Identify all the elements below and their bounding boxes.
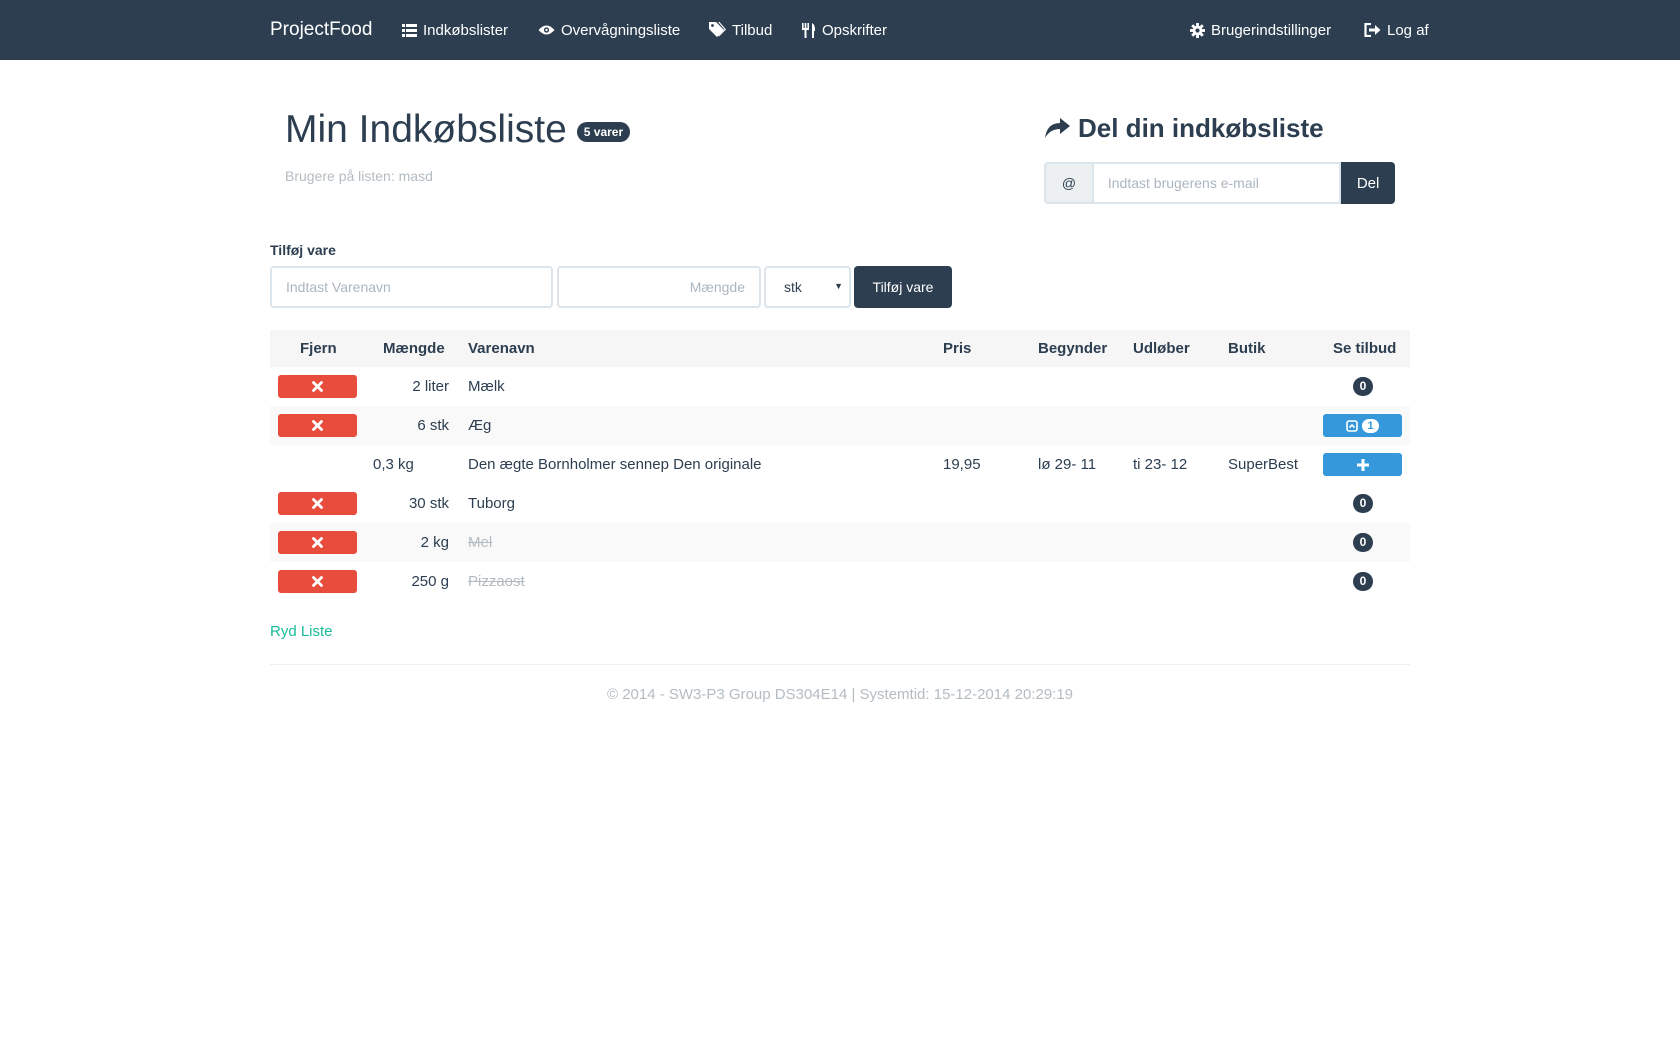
shopping-list-table: Fjern Mængde Varenavn Pris Begynder Udlø… xyxy=(270,330,1410,601)
share-title: Del din indkøbsliste xyxy=(1044,113,1324,144)
offer-count-badge[interactable]: 0 xyxy=(1353,494,1373,513)
cutlery-icon xyxy=(802,22,816,38)
caret-down-icon: ▼ xyxy=(834,281,843,291)
collapse-offers-button[interactable]: 1 xyxy=(1323,414,1402,437)
remove-item-button[interactable] xyxy=(278,531,357,554)
add-item-button[interactable]: Tilføj vare xyxy=(854,266,952,308)
eye-icon xyxy=(538,25,555,35)
offer-start: lø 29- 11 xyxy=(1038,456,1097,473)
add-item-label: Tilføj vare xyxy=(270,242,336,258)
header-start: Begynder xyxy=(1038,340,1108,357)
nav-label: Tilbud xyxy=(732,21,773,39)
remove-item-button[interactable] xyxy=(278,570,357,593)
offer-shop: SuperBest xyxy=(1228,456,1299,473)
table-row: 2 kg Mel 0 xyxy=(270,523,1410,562)
nav-label: Log af xyxy=(1387,21,1429,39)
share-form: @ Del xyxy=(1044,162,1395,204)
item-name: Pizzaost xyxy=(468,573,525,590)
item-quantity: 30 stk xyxy=(408,495,449,512)
nav-offers[interactable]: Tilbud xyxy=(709,0,772,60)
offer-quantity: 0,3 kg xyxy=(373,456,414,473)
nav-label: Indkøbslister xyxy=(423,21,509,39)
tags-icon xyxy=(709,22,726,37)
quantity-input[interactable] xyxy=(557,266,761,308)
header-remove: Fjern xyxy=(300,340,337,357)
table-row-offer: 0,3 kg Den ægte Bornholmer sennep Den or… xyxy=(270,445,1410,484)
email-addon: @ xyxy=(1044,162,1092,204)
header-name: Varenavn xyxy=(468,340,535,357)
offer-end: ti 23- 12 xyxy=(1133,456,1188,473)
remove-icon xyxy=(312,537,323,548)
header-price: Pris xyxy=(943,340,972,357)
table-row: 30 stk Tuborg 0 xyxy=(270,484,1410,523)
item-name: Tuborg xyxy=(468,495,515,512)
gear-icon xyxy=(1190,22,1205,38)
header-offers: Se tilbud xyxy=(1333,340,1397,357)
header-quantity: Mængde xyxy=(383,340,445,357)
header-end: Udløber xyxy=(1133,340,1190,357)
offer-name: Den ægte Bornholmer sennep Den originale xyxy=(468,456,762,473)
nav-label: Overvågningsliste xyxy=(561,21,681,39)
offer-price: 19,95 xyxy=(943,456,981,473)
remove-icon xyxy=(312,420,323,431)
item-quantity: 6 stk xyxy=(417,417,449,434)
share-button[interactable]: Del xyxy=(1341,162,1395,204)
add-offer-button[interactable] xyxy=(1323,453,1402,476)
remove-icon xyxy=(312,576,323,587)
plus-icon xyxy=(1356,458,1369,471)
table-row: 250 g Pizzaost 0 xyxy=(270,562,1410,601)
item-name: Mælk xyxy=(468,378,505,395)
collapse-up-icon xyxy=(1346,419,1359,432)
page-title-text: Min Indkøbsliste xyxy=(285,108,567,151)
table-header: Fjern Mængde Varenavn Pris Begynder Udlø… xyxy=(270,330,1410,367)
page-title: Min Indkøbsliste 5 varer xyxy=(285,108,631,152)
table-row: 6 stk Æg 1 xyxy=(270,406,1410,445)
brand-link[interactable]: ProjectFood xyxy=(270,0,372,60)
remove-item-button[interactable] xyxy=(278,414,357,437)
offer-count-badge[interactable]: 0 xyxy=(1353,377,1373,396)
table-row: 2 liter Mælk 0 xyxy=(270,367,1410,406)
nav-shopping-lists[interactable]: Indkøbslister xyxy=(402,0,508,60)
item-name-input[interactable] xyxy=(270,266,553,308)
footer-text: © 2014 - SW3-P3 Group DS304E14 | Systemt… xyxy=(606,686,1074,703)
unit-select-value: stk xyxy=(784,279,802,295)
share-email-input[interactable] xyxy=(1091,162,1342,204)
remove-icon xyxy=(312,498,323,509)
item-count-badge: 5 varer xyxy=(576,122,631,142)
nav-recipes[interactable]: Opskrifter xyxy=(802,0,887,60)
item-name: Mel xyxy=(468,534,493,551)
item-quantity: 2 kg xyxy=(420,534,449,551)
offer-count-badge: 1 xyxy=(1362,418,1379,433)
offer-count-badge[interactable]: 0 xyxy=(1353,533,1373,552)
remove-item-button[interactable] xyxy=(278,375,357,398)
nav-watchlist[interactable]: Overvågningsliste xyxy=(538,0,680,60)
header-shop: Butik xyxy=(1228,340,1266,357)
item-quantity: 250 g xyxy=(411,573,449,590)
offer-count-badge[interactable]: 0 xyxy=(1353,572,1373,591)
share-title-text: Del din indkøbsliste xyxy=(1078,113,1324,143)
list-icon xyxy=(402,23,417,37)
list-users-text: Brugere på listen: masd xyxy=(285,168,433,184)
item-quantity: 2 liter xyxy=(412,378,449,395)
remove-item-button[interactable] xyxy=(278,492,357,515)
share-icon xyxy=(1045,117,1070,138)
item-name: Æg xyxy=(468,417,492,434)
nav-logout[interactable]: Log af xyxy=(1364,0,1429,60)
remove-icon xyxy=(312,381,323,392)
nav-label: Opskrifter xyxy=(822,21,888,39)
nav-label: Brugerindstillinger xyxy=(1211,21,1332,39)
logout-icon xyxy=(1364,23,1381,37)
navbar: ProjectFood Indkøbslister Overvågningsli… xyxy=(0,0,1680,60)
clear-list-link[interactable]: Ryd Liste xyxy=(270,623,333,640)
nav-user-settings[interactable]: Brugerindstillinger xyxy=(1190,0,1331,60)
footer-divider xyxy=(270,664,1410,665)
unit-select[interactable]: stk ▼ xyxy=(764,266,851,308)
